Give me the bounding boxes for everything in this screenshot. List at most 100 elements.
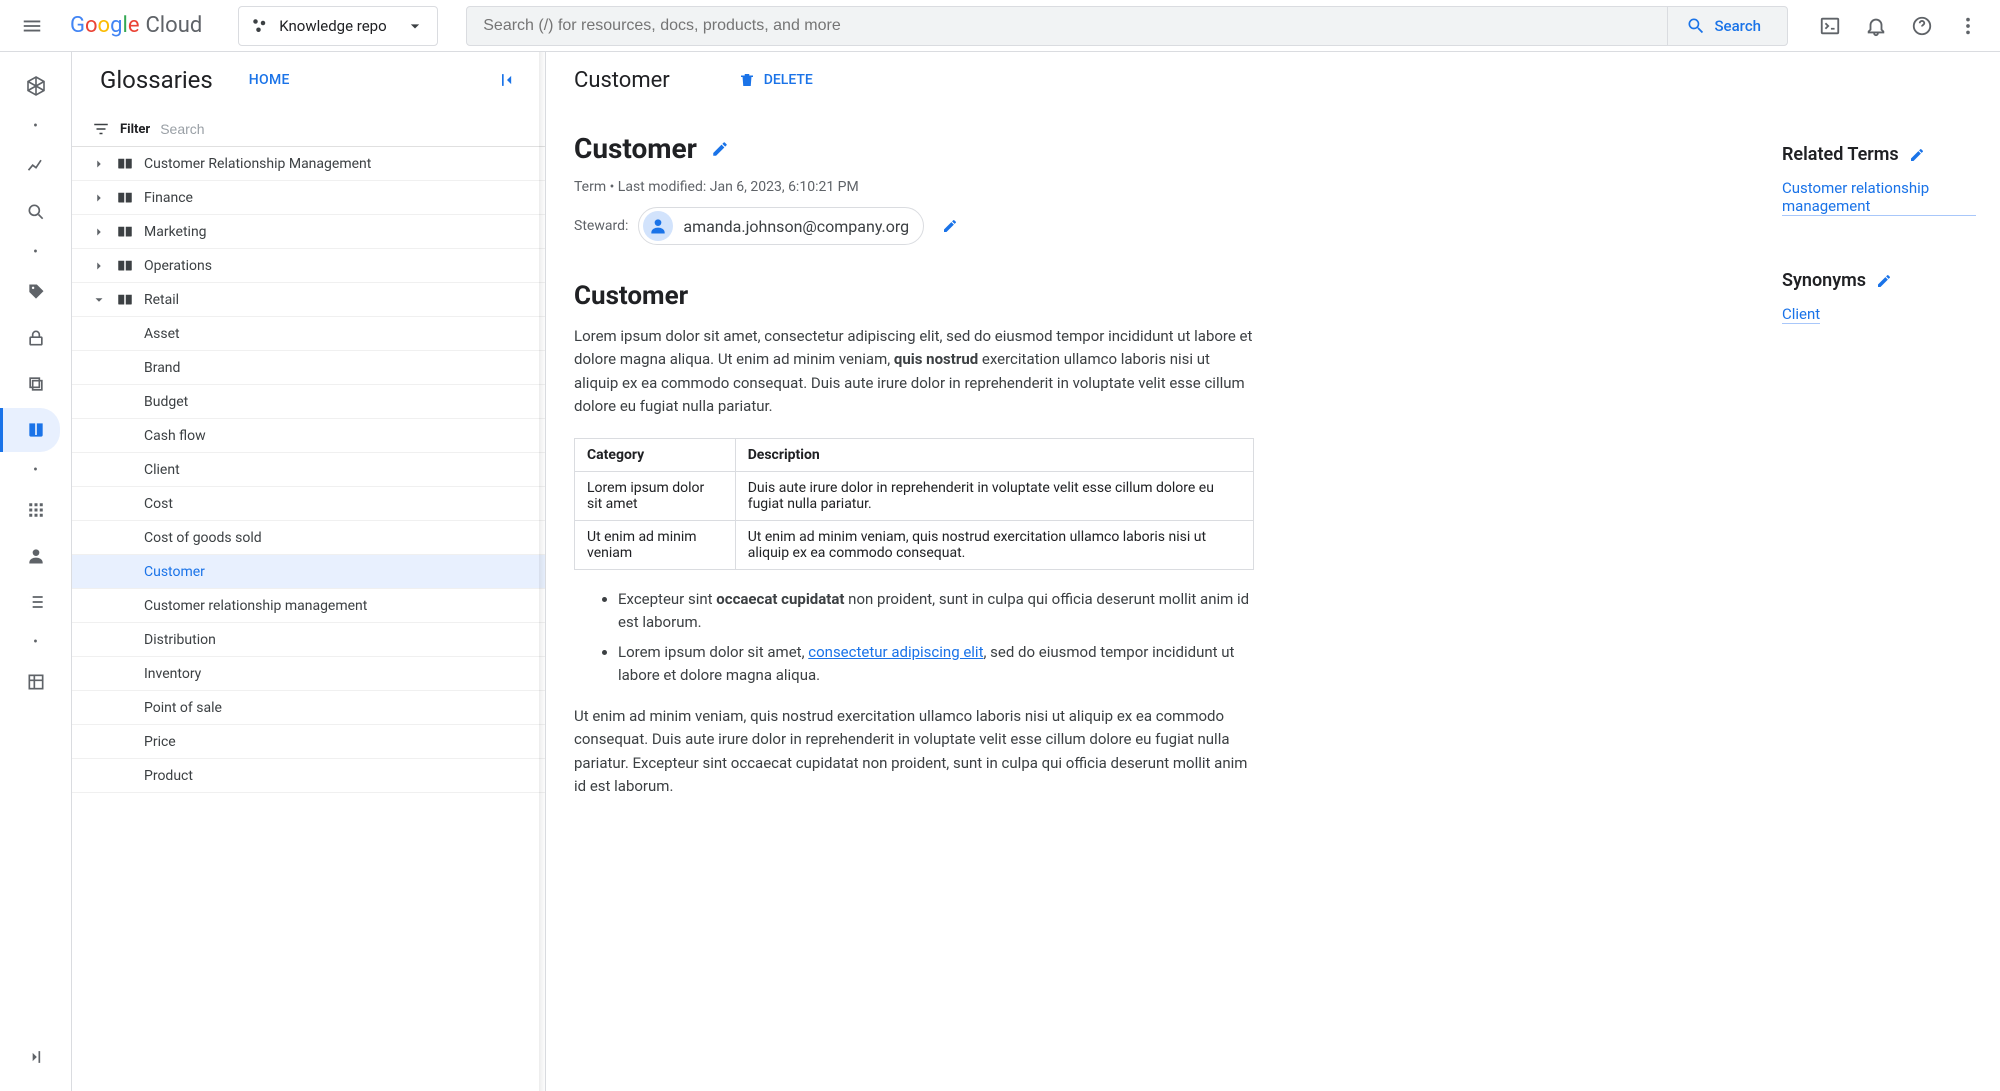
- help-icon: [1911, 15, 1933, 37]
- search-input[interactable]: [475, 17, 1667, 35]
- collapse-left-icon: [497, 70, 517, 90]
- tree-category[interactable]: Marketing: [72, 215, 545, 249]
- expand-icon: [26, 1047, 46, 1067]
- logo-cloud-text: Cloud: [145, 13, 202, 38]
- caret-right-icon: [92, 157, 106, 171]
- tree-term[interactable]: Point of sale: [72, 691, 545, 725]
- top-bar: Google Cloud Knowledge repo Search: [0, 0, 2000, 52]
- grid-icon: [27, 501, 45, 519]
- term-label: Point of sale: [144, 700, 222, 716]
- rail-grid[interactable]: [0, 488, 60, 532]
- tree-category[interactable]: Finance: [72, 181, 545, 215]
- glossary-tree: Customer Relationship Management FinanceM…: [72, 147, 545, 1091]
- tree-term[interactable]: Distribution: [72, 623, 545, 657]
- book-icon: [116, 189, 134, 207]
- global-search: Search: [466, 6, 1788, 46]
- rail-monitor[interactable]: [0, 144, 60, 188]
- notifications-button[interactable]: [1856, 6, 1896, 46]
- synonym-link[interactable]: Client: [1782, 305, 1820, 324]
- category-label: Operations: [144, 258, 212, 274]
- tree-term[interactable]: Client: [72, 453, 545, 487]
- steward-chip[interactable]: amanda.johnson@company.org: [638, 207, 924, 245]
- collapse-panel-button[interactable]: [497, 70, 517, 90]
- rail-item-1[interactable]: •: [0, 110, 60, 142]
- related-terms-heading: Related Terms: [1782, 144, 1976, 165]
- th-description: Description: [735, 439, 1253, 472]
- book-icon: [116, 257, 134, 275]
- synonyms-heading: Synonyms: [1782, 270, 1976, 291]
- edit-related-button[interactable]: [1909, 147, 1925, 163]
- filter-input[interactable]: [160, 121, 525, 137]
- rail-tags[interactable]: [0, 270, 60, 314]
- chart-icon: [26, 156, 46, 176]
- term-title-row: Customer: [574, 132, 1782, 165]
- tree-term[interactable]: Product: [72, 759, 545, 793]
- tree-term[interactable]: Price: [72, 725, 545, 759]
- tree-category-expanded[interactable]: Retail: [72, 283, 545, 317]
- tree-term[interactable]: Cost: [72, 487, 545, 521]
- related-term-link[interactable]: Customer relationship management: [1782, 179, 1976, 216]
- term-label: Brand: [144, 360, 180, 376]
- bell-icon: [1865, 15, 1887, 37]
- steward-email: amanda.johnson@company.org: [683, 217, 909, 236]
- menu-button[interactable]: [12, 6, 52, 46]
- rail-dataplex-icon[interactable]: [0, 64, 60, 108]
- rail-search[interactable]: [0, 190, 60, 234]
- pencil-icon: [1876, 273, 1892, 289]
- cloud-shell-button[interactable]: [1810, 6, 1850, 46]
- book-icon: [116, 223, 134, 241]
- project-picker[interactable]: Knowledge repo: [238, 6, 438, 46]
- tree-term[interactable]: Cash flow: [72, 419, 545, 453]
- rail-expand-button[interactable]: [0, 1035, 60, 1079]
- bullet-item: Excepteur sint occaecat cupidatat non pr…: [618, 588, 1258, 635]
- tree-term[interactable]: Budget: [72, 385, 545, 419]
- rail-list[interactable]: [0, 580, 60, 624]
- more-button[interactable]: [1948, 6, 1988, 46]
- table-icon: [26, 672, 46, 692]
- rail-glossaries[interactable]: [0, 408, 60, 452]
- rail-table[interactable]: [0, 660, 60, 704]
- rail-copy[interactable]: [0, 362, 60, 406]
- person-icon: [26, 546, 46, 566]
- rail-person[interactable]: [0, 534, 60, 578]
- tree-term[interactable]: Cost of goods sold: [72, 521, 545, 555]
- tree-term[interactable]: Brand: [72, 351, 545, 385]
- home-link[interactable]: HOME: [249, 72, 290, 88]
- delete-button[interactable]: DELETE: [738, 71, 813, 89]
- tree-term[interactable]: Customer: [72, 555, 545, 589]
- search-button[interactable]: Search: [1667, 7, 1779, 45]
- rail-secure[interactable]: [0, 316, 60, 360]
- trash-icon: [738, 71, 756, 89]
- rail-item-13[interactable]: •: [0, 626, 60, 658]
- inline-link[interactable]: consectetur adipiscing elit: [808, 643, 983, 661]
- google-cloud-logo[interactable]: Google Cloud: [62, 13, 210, 38]
- glossary-header: Glossaries HOME: [72, 52, 545, 108]
- tree-category[interactable]: Customer Relationship Management: [72, 147, 545, 181]
- caret-right-icon: [92, 191, 106, 205]
- term-label: Price: [144, 734, 176, 750]
- table-cell: Ut enim ad minim veniam, quis nostrud ex…: [735, 521, 1253, 570]
- table-cell: Duis aute irure dolor in reprehenderit i…: [735, 472, 1253, 521]
- term-label: Cost of goods sold: [144, 530, 262, 546]
- body: • • • •: [0, 52, 2000, 1091]
- tree-term[interactable]: Inventory: [72, 657, 545, 691]
- term-label: Inventory: [144, 666, 201, 682]
- rail-item-4[interactable]: •: [0, 236, 60, 268]
- rail-item-9[interactable]: •: [0, 454, 60, 486]
- category-label: Customer Relationship Management: [144, 156, 371, 172]
- caret-right-icon: [92, 225, 106, 239]
- filter-label: Filter: [120, 122, 150, 137]
- person-icon: [648, 216, 668, 236]
- tree-category[interactable]: Operations: [72, 249, 545, 283]
- filter-row: Filter: [72, 108, 545, 147]
- edit-steward-button[interactable]: [942, 218, 958, 234]
- detail-header-title: Customer: [574, 68, 670, 93]
- detail-main: Customer DELETE Customer Term • Last mod…: [546, 52, 1782, 1091]
- edit-title-button[interactable]: [711, 140, 729, 158]
- term-label: Cash flow: [144, 428, 206, 444]
- edit-synonyms-button[interactable]: [1876, 273, 1892, 289]
- tree-term[interactable]: Customer relationship management: [72, 589, 545, 623]
- th-category: Category: [575, 439, 736, 472]
- help-button[interactable]: [1902, 6, 1942, 46]
- tree-term[interactable]: Asset: [72, 317, 545, 351]
